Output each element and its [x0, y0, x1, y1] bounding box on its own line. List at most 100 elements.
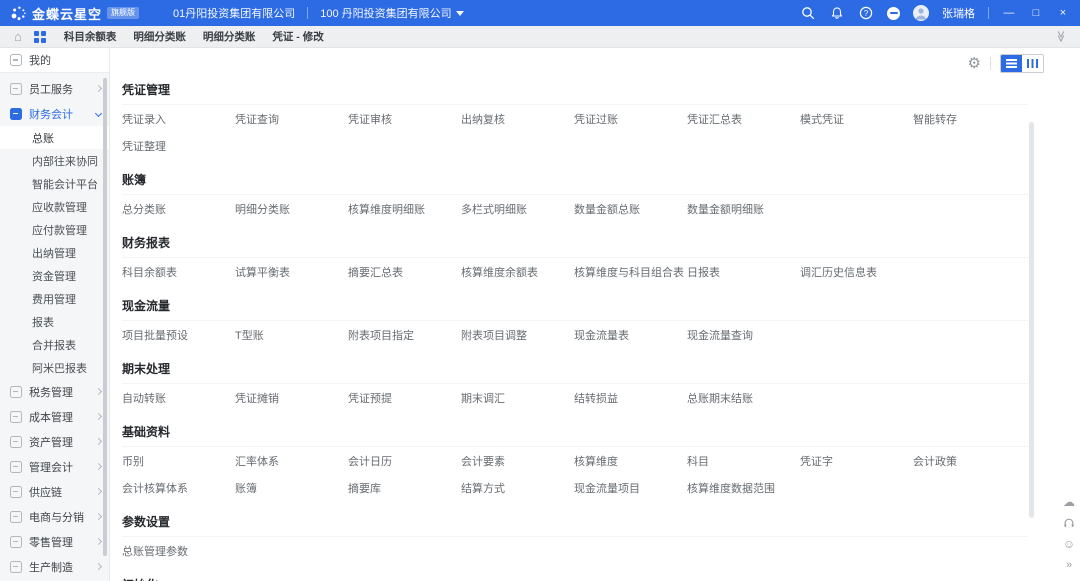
app-link-智能转存[interactable]: 智能转存 — [913, 111, 1026, 127]
app-link-现金流量查询[interactable]: 现金流量查询 — [687, 327, 800, 343]
app-link-核算维度[interactable]: 核算维度 — [574, 453, 687, 469]
sidebar-item-税务管理[interactable]: 税务管理 — [0, 379, 109, 404]
app-link-试算平衡表[interactable]: 试算平衡表 — [235, 264, 348, 280]
sidebar-item-供应链[interactable]: 供应链 — [0, 479, 109, 504]
app-link-总分类账[interactable]: 总分类账 — [122, 201, 235, 217]
sidebar-item-零售管理[interactable]: 零售管理 — [0, 529, 109, 554]
sidebar-subitem-资金管理[interactable]: 资金管理 — [0, 264, 109, 287]
sidebar-subitem-费用管理[interactable]: 费用管理 — [0, 287, 109, 310]
app-link-结转损益[interactable]: 结转损益 — [574, 390, 687, 406]
app-link-核算维度余额表[interactable]: 核算维度余额表 — [461, 264, 574, 280]
app-link-凭证整理[interactable]: 凭证整理 — [122, 138, 235, 154]
app-link-凭证过账[interactable]: 凭证过账 — [574, 111, 687, 127]
sidebar-subitem-应收款管理[interactable]: 应收款管理 — [0, 195, 109, 218]
app-link-附表项目调整[interactable]: 附表项目调整 — [461, 327, 574, 343]
org-tab-primary[interactable]: 01丹阳投资集团有限公司 — [173, 5, 295, 21]
app-link-日报表[interactable]: 日报表 — [687, 264, 800, 280]
close-button[interactable]: × — [1056, 5, 1070, 21]
list-view-button[interactable] — [1001, 55, 1022, 72]
app-link-币别[interactable]: 币别 — [122, 453, 235, 469]
app-link-账簿[interactable]: 账簿 — [235, 480, 348, 496]
document-tab-2[interactable]: 明细分类账 — [133, 29, 186, 44]
app-link-凭证审核[interactable]: 凭证审核 — [348, 111, 461, 127]
sidebar-item-生产制造[interactable]: 生产制造 — [0, 554, 109, 579]
user-avatar[interactable] — [913, 5, 929, 21]
app-link-多栏式明细账[interactable]: 多栏式明细账 — [461, 201, 574, 217]
sidebar-item-管理会计[interactable]: 管理会计 — [0, 454, 109, 479]
sidebar-item-电商与分销[interactable]: 电商与分销 — [0, 504, 109, 529]
maximize-button[interactable]: □ — [1029, 5, 1043, 21]
document-tab-4[interactable]: 凭证 - 修改 — [272, 29, 323, 44]
app-link-凭证字[interactable]: 凭证字 — [800, 453, 913, 469]
app-link-凭证摊销[interactable]: 凭证摊销 — [235, 390, 348, 406]
sidebar-subitem-报表[interactable]: 报表 — [0, 310, 109, 333]
sidebar-scrollbar[interactable] — [103, 78, 107, 556]
sidebar-subitem-阿米巴报表[interactable]: 阿米巴报表 — [0, 356, 109, 379]
column-view-button[interactable] — [1022, 55, 1043, 72]
app-link-模式凭证[interactable]: 模式凭证 — [800, 111, 913, 127]
gear-icon[interactable]: ⚙ — [968, 56, 981, 71]
app-link-核算维度与科目组合表[interactable]: 核算维度与科目组合表 — [574, 264, 687, 280]
sidebar-item-我的[interactable]: 我的 — [0, 48, 109, 73]
user-name[interactable]: 张瑞格 — [942, 5, 975, 21]
app-link-数量金额总账[interactable]: 数量金额总账 — [574, 201, 687, 217]
app-link-核算维度明细账[interactable]: 核算维度明细账 — [348, 201, 461, 217]
app-link-总账管理参数[interactable]: 总账管理参数 — [122, 543, 235, 559]
sidebar-subitem-应付款管理[interactable]: 应付款管理 — [0, 218, 109, 241]
app-link-科目[interactable]: 科目 — [687, 453, 800, 469]
app-link-现金流量项目[interactable]: 现金流量项目 — [574, 480, 687, 496]
collapse-tabs-icon[interactable]: ≫ — [1055, 31, 1066, 43]
search-icon[interactable] — [800, 5, 816, 21]
sidebar-item-成本管理[interactable]: 成本管理 — [0, 404, 109, 429]
app-link-摘要汇总表[interactable]: 摘要汇总表 — [348, 264, 461, 280]
rail-more-icon[interactable]: » — [1066, 559, 1072, 571]
app-link-会计要素[interactable]: 会计要素 — [461, 453, 574, 469]
app-link-凭证查询[interactable]: 凭证查询 — [235, 111, 348, 127]
manufacturing-icon — [10, 561, 22, 573]
app-link-总账期末结账[interactable]: 总账期末结账 — [687, 390, 800, 406]
headset-support-icon[interactable] — [1063, 517, 1075, 529]
help-icon[interactable]: ? — [858, 5, 874, 21]
minimize-button[interactable]: — — [1002, 5, 1016, 21]
content-scrollbar[interactable] — [1029, 122, 1034, 518]
app-link-凭证预提[interactable]: 凭证预提 — [348, 390, 461, 406]
sidebar-subitem-合并报表[interactable]: 合并报表 — [0, 333, 109, 356]
app-link-自动转账[interactable]: 自动转账 — [122, 390, 235, 406]
sidebar-item-员工服务[interactable]: 员工服务 — [0, 76, 109, 101]
app-link-项目批量预设[interactable]: 项目批量预设 — [122, 327, 235, 343]
cloud-icon[interactable]: ☁ — [1063, 496, 1075, 508]
app-link-现金流量表[interactable]: 现金流量表 — [574, 327, 687, 343]
sidebar-item-资产管理[interactable]: 资产管理 — [0, 429, 109, 454]
sidebar-subitem-内部往来协同[interactable]: 内部往来协同 — [0, 149, 109, 172]
app-link-出纳复核[interactable]: 出纳复核 — [461, 111, 574, 127]
app-link-附表项目指定[interactable]: 附表项目指定 — [348, 327, 461, 343]
feedback-smiley-icon[interactable]: ☺ — [1063, 538, 1075, 550]
app-link-数量金额明细账[interactable]: 数量金额明细账 — [687, 201, 800, 217]
app-link-凭证录入[interactable]: 凭证录入 — [122, 111, 235, 127]
app-link-调汇历史信息表[interactable]: 调汇历史信息表 — [800, 264, 913, 280]
app-link-明细分类账[interactable]: 明细分类账 — [235, 201, 348, 217]
status-dnd-icon[interactable] — [887, 7, 900, 20]
sidebar-item-财务会计[interactable]: 财务会计 — [0, 101, 109, 126]
home-icon[interactable]: ⌂ — [14, 30, 22, 43]
org-tab-secondary[interactable]: 100 丹阳投资集团有限公司 — [320, 5, 463, 21]
app-link-会计日历[interactable]: 会计日历 — [348, 453, 461, 469]
app-link-T型账[interactable]: T型账 — [235, 327, 348, 343]
app-link-会计核算体系[interactable]: 会计核算体系 — [122, 480, 235, 496]
all-apps-grid-icon[interactable] — [34, 31, 46, 43]
app-link-科目余额表[interactable]: 科目余额表 — [122, 264, 235, 280]
app-link-汇率体系[interactable]: 汇率体系 — [235, 453, 348, 469]
app-link-凭证汇总表[interactable]: 凭证汇总表 — [687, 111, 800, 127]
app-sections: 凭证管理凭证录入凭证查询凭证审核出纳复核凭证过账凭证汇总表模式凭证智能转存凭证整… — [122, 72, 1058, 581]
sidebar-subitem-出纳管理[interactable]: 出纳管理 — [0, 241, 109, 264]
app-link-核算维度数据范围[interactable]: 核算维度数据范围 — [687, 480, 800, 496]
app-link-摘要库[interactable]: 摘要库 — [348, 480, 461, 496]
app-link-结算方式[interactable]: 结算方式 — [461, 480, 574, 496]
document-tab-3[interactable]: 明细分类账 — [203, 29, 256, 44]
notifications-bell-icon[interactable] — [829, 5, 845, 21]
sidebar-subitem-智能会计平台[interactable]: 智能会计平台 — [0, 172, 109, 195]
sidebar-subitem-总账[interactable]: 总账 — [0, 126, 109, 149]
document-tab-1[interactable]: 科目余额表 — [64, 29, 117, 44]
app-link-期末调汇[interactable]: 期末调汇 — [461, 390, 574, 406]
app-link-会计政策[interactable]: 会计政策 — [913, 453, 1026, 469]
